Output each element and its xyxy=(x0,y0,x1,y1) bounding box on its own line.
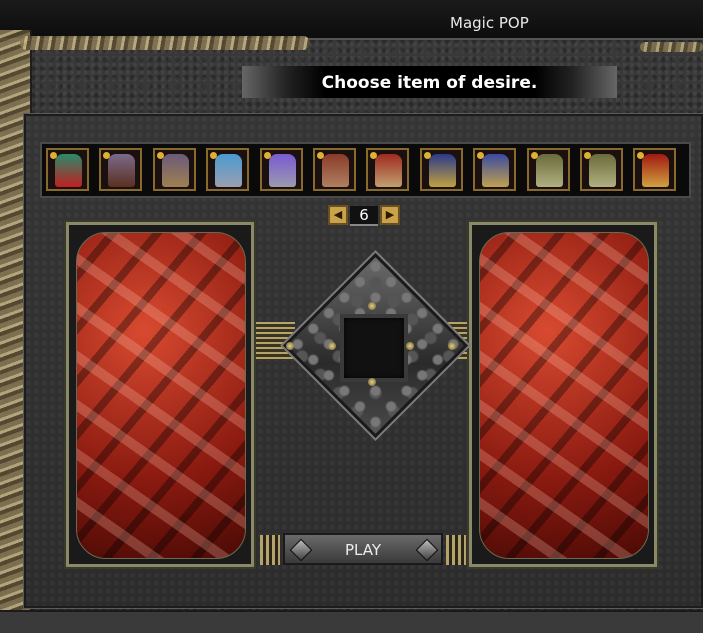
card-back-left xyxy=(76,232,246,559)
vine-border-top xyxy=(20,36,310,50)
title-bar: Magic POP xyxy=(0,0,703,40)
rank-badge-icon xyxy=(317,152,324,159)
item-slot-9[interactable] xyxy=(473,148,517,191)
item-slot-3[interactable] xyxy=(152,148,196,191)
play-bar: PLAY xyxy=(258,533,468,565)
prev-page-button[interactable]: ◀ xyxy=(328,205,348,225)
stud-far-right xyxy=(448,342,456,350)
page-number: 6 xyxy=(350,206,378,226)
armor-icon xyxy=(535,154,563,187)
item-drop-slot[interactable] xyxy=(340,314,408,382)
rank-badge-icon xyxy=(423,152,431,159)
stud-bottom xyxy=(368,378,376,386)
armor-icon xyxy=(108,154,136,187)
item-slot-6[interactable] xyxy=(313,148,356,191)
armor-icon xyxy=(322,154,349,187)
next-page-button[interactable]: ▶ xyxy=(380,205,400,225)
game-window: Magic POP Choose item of desire. ◀ 6 ▶ P… xyxy=(0,0,703,633)
stud-top xyxy=(368,302,376,310)
stud-left xyxy=(328,342,336,350)
armor-icon xyxy=(215,154,243,187)
armor-icon xyxy=(161,154,189,187)
item-slot-4[interactable] xyxy=(206,148,250,191)
stud-far-left xyxy=(286,342,294,350)
armor-icon xyxy=(268,154,296,187)
armor-icon xyxy=(375,154,403,187)
item-slot-5[interactable] xyxy=(259,148,303,191)
item-socket-plate xyxy=(280,250,471,441)
window-title: Magic POP xyxy=(450,14,529,32)
bottom-border xyxy=(0,610,703,633)
item-slot-1[interactable] xyxy=(46,148,89,191)
stud-right xyxy=(406,342,414,350)
item-slot-7[interactable] xyxy=(366,148,410,191)
card-right[interactable] xyxy=(467,220,659,569)
rank-badge-icon xyxy=(50,152,57,159)
play-post-right xyxy=(446,535,466,565)
rank-badge-icon xyxy=(584,152,591,159)
armor-icon xyxy=(55,154,82,187)
item-selection-strip xyxy=(40,142,691,198)
armor-icon xyxy=(589,154,616,187)
armor-icon xyxy=(428,154,456,187)
instruction-text: Choose item of desire. xyxy=(321,73,538,93)
item-slot-8[interactable] xyxy=(419,148,463,191)
play-button[interactable]: PLAY xyxy=(283,533,443,565)
card-back-right xyxy=(479,232,649,559)
item-slot-2[interactable] xyxy=(99,148,143,191)
instruction-banner: Choose item of desire. xyxy=(242,66,617,98)
item-slot-11[interactable] xyxy=(580,148,623,191)
item-slot-12[interactable] xyxy=(633,148,677,191)
vine-border-top-right xyxy=(640,42,703,52)
item-slot-10[interactable] xyxy=(526,148,570,191)
armor-icon xyxy=(482,154,510,187)
rank-badge-icon xyxy=(263,152,271,159)
play-post-left xyxy=(260,535,280,565)
rank-badge-icon xyxy=(156,152,164,159)
armor-icon xyxy=(642,154,670,187)
rank-badge-icon xyxy=(530,152,538,159)
page-selector: ◀ 6 ▶ xyxy=(328,205,400,226)
card-left[interactable] xyxy=(64,220,256,569)
